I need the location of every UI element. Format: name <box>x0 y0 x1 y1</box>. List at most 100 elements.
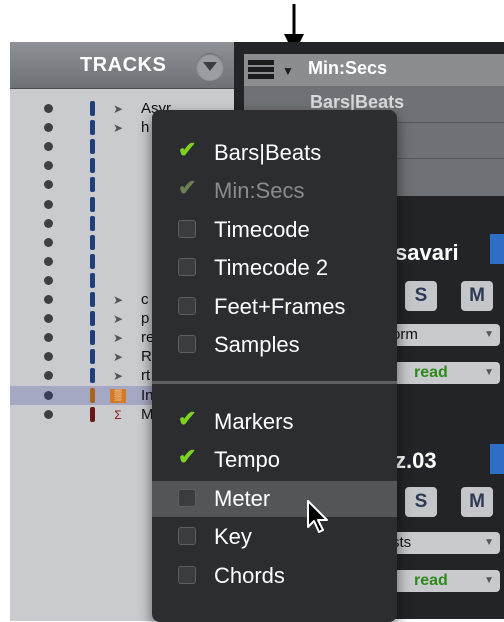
audio-icon: ➤ <box>112 102 124 116</box>
track-record-dot[interactable] <box>44 371 53 381</box>
instrument-icon: ▒ <box>110 388 126 403</box>
chevron-down-icon: ▼ <box>484 329 494 340</box>
menu-item-label: Chords <box>214 562 285 588</box>
track-record-dot[interactable] <box>44 256 53 266</box>
strip-name: savari <box>395 240 459 265</box>
track-color-bar <box>90 196 95 212</box>
checkbox-icon <box>178 296 196 315</box>
audio-icon: ➤ <box>112 293 124 307</box>
menu-item-meter[interactable]: Meter <box>152 480 397 517</box>
track-record-dot[interactable] <box>44 180 53 190</box>
checkmark-icon: ✔ <box>178 444 197 470</box>
mute-button[interactable]: M <box>461 487 493 517</box>
menu-item-chords[interactable]: Chords <box>152 558 397 594</box>
menu-item-feet-frames[interactable]: Feet+Frames <box>152 289 397 325</box>
insert-selector[interactable]: sts ▼ <box>386 532 500 554</box>
menu-item-label: Meter <box>214 485 271 511</box>
track-color-bar <box>90 311 95 327</box>
chevron-down-icon: ▼ <box>484 575 494 586</box>
chevron-down-icon <box>203 62 217 71</box>
checkmark-icon: ✔ <box>178 137 197 162</box>
checkbox-icon <box>178 527 196 546</box>
ruler-label-minsecs: Min:Secs <box>308 58 388 78</box>
menu-item-label: Bars|Beats <box>214 140 322 165</box>
menu-item-key[interactable]: Key <box>152 519 397 555</box>
insert-selector[interactable]: orm ▼ <box>386 324 500 346</box>
ruler-view-icon[interactable] <box>248 60 274 80</box>
menu-item-timecode[interactable]: Timecode <box>152 212 397 248</box>
track-record-dot[interactable] <box>44 352 53 362</box>
menu-item-label: Min:Secs <box>214 178 305 204</box>
menu-item-min-secs[interactable]: ✔ Min:Secs <box>152 173 397 209</box>
checkbox-icon <box>178 565 196 584</box>
track-record-dot[interactable] <box>44 199 53 209</box>
solo-button[interactable]: S <box>405 487 437 517</box>
mouse-cursor-icon <box>307 500 328 533</box>
menu-item-label: Key <box>214 524 252 550</box>
ruler-header: ▼ Min:Secs <box>244 54 504 86</box>
track-name: R <box>141 348 152 366</box>
menu-item-timecode-2[interactable]: Timecode 2 <box>152 250 397 286</box>
checkbox-icon <box>178 488 196 507</box>
mute-button[interactable]: M <box>461 281 493 311</box>
track-record-dot[interactable] <box>44 333 53 343</box>
track-record-dot[interactable] <box>44 275 53 285</box>
menu-item-tempo[interactable]: ✔ Tempo <box>152 442 397 478</box>
track-color-bar <box>90 292 95 307</box>
automation-mode-selector[interactable]: read ▼ <box>386 362 500 384</box>
track-record-dot[interactable] <box>44 161 53 171</box>
checkmark-icon: ✔ <box>178 406 197 431</box>
track-color-bar <box>90 120 95 136</box>
audio-icon: ➤ <box>112 331 124 346</box>
menu-item-label: Tempo <box>214 447 281 473</box>
audio-icon: ➤ <box>112 121 124 136</box>
track-record-dot[interactable] <box>44 409 53 419</box>
automation-mode-label: read <box>414 364 448 381</box>
menu-item-label: Feet+Frames <box>214 293 346 319</box>
automation-mode-label: read <box>414 572 448 589</box>
chevron-down-icon: ▼ <box>484 367 494 378</box>
master-icon: Σ <box>114 407 122 422</box>
menu-separator <box>152 381 397 384</box>
menu-item-bars-beats[interactable]: ✔ Bars|Beats <box>152 135 397 171</box>
track-color-bar <box>90 215 95 231</box>
track-color-bar <box>90 253 95 269</box>
automation-mode-selector[interactable]: read ▼ <box>386 570 500 592</box>
checkbox-icon <box>178 258 196 277</box>
track-color-bar <box>90 272 95 288</box>
track-record-dot[interactable] <box>44 237 53 247</box>
audio-icon: ➤ <box>112 312 124 327</box>
menu-item-samples[interactable]: Samples <box>152 327 397 363</box>
track-record-dot[interactable] <box>44 104 53 113</box>
solo-button[interactable]: S <box>405 281 437 311</box>
menu-item-label: Samples <box>214 332 300 357</box>
track-name: rt <box>141 367 151 385</box>
checkbox-icon <box>178 335 196 353</box>
track-color-bar <box>90 406 95 422</box>
menu-item-label: Timecode <box>214 216 310 242</box>
ruler-dropdown-arrow-icon[interactable]: ▼ <box>282 64 294 78</box>
track-record-dot[interactable] <box>44 142 53 152</box>
tracks-header: TRACKS <box>10 42 234 89</box>
track-record-dot[interactable] <box>44 295 53 304</box>
chevron-down-icon: ▼ <box>484 537 494 548</box>
audio-icon: ➤ <box>112 350 124 365</box>
menu-item-markers[interactable]: ✔ Markers <box>152 404 397 440</box>
track-color-bar <box>90 349 95 365</box>
track-color-bar <box>90 177 95 193</box>
menu-item-label: Markers <box>214 409 294 434</box>
strip-color-tab <box>490 234 504 264</box>
track-record-dot[interactable] <box>44 218 53 228</box>
track-name: p <box>141 310 150 328</box>
track-record-dot[interactable] <box>44 390 53 400</box>
track-color-bar <box>90 330 95 346</box>
strip-name: z.03 <box>395 448 437 473</box>
track-record-dot[interactable] <box>44 123 53 133</box>
strip-color-tab <box>490 444 504 474</box>
track-record-dot[interactable] <box>44 314 53 324</box>
checkmark-icon: ✔ <box>178 175 197 201</box>
track-name: c <box>141 291 149 308</box>
track-name: h <box>141 119 150 137</box>
checkbox-icon <box>178 219 196 238</box>
tracks-menu-button[interactable] <box>196 53 224 81</box>
